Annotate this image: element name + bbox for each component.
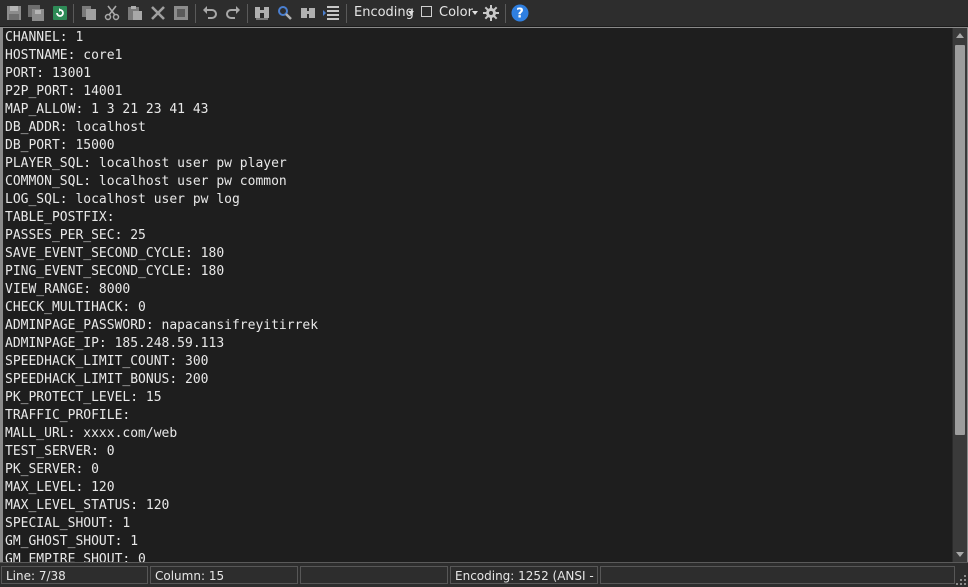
editor-line[interactable]: SPEEDHACK_LIMIT_BONUS: 200 xyxy=(5,371,951,389)
gear-icon[interactable] xyxy=(482,4,500,22)
scrollbar-thumb[interactable] xyxy=(955,45,965,435)
editor-line[interactable]: GM_EMPIRE_SHOUT: 0 xyxy=(5,551,951,562)
editor-line[interactable]: MAP_ALLOW: 1 3 21 23 41 43 xyxy=(5,101,951,119)
resize-grip-icon[interactable] xyxy=(956,575,966,585)
text-editor[interactable]: CHANNEL: 1 HOSTNAME: core1 PORT: 13001 P2P_… xyxy=(0,27,968,562)
replace-icon[interactable] xyxy=(299,4,317,22)
chevron-down-icon xyxy=(472,11,478,15)
find-next-icon[interactable] xyxy=(276,4,294,22)
editor-line[interactable]: PORT: 13001 xyxy=(5,65,951,83)
editor-line[interactable]: DB_ADDR: localhost xyxy=(5,119,951,137)
editor-line[interactable]: P2P_PORT: 14001 xyxy=(5,83,951,101)
status-column: Column: 15 xyxy=(150,566,298,584)
toolbar-separator xyxy=(73,4,74,23)
scroll-up-icon[interactable] xyxy=(956,33,964,38)
svg-text:?: ? xyxy=(516,7,524,22)
select-all-icon[interactable] xyxy=(172,4,190,22)
editor-line[interactable]: MAX_LEVEL_STATUS: 120 xyxy=(5,497,951,515)
color-menu[interactable]: Color xyxy=(439,5,473,20)
undo-icon[interactable] xyxy=(201,4,219,22)
editor-line[interactable]: CHANNEL: 1 xyxy=(5,29,951,47)
reload-icon[interactable] xyxy=(51,4,69,22)
status-encoding: Encoding: 1252 (ANSI - La xyxy=(450,566,598,584)
toolbar: Encoding Color ? xyxy=(0,0,968,27)
status-empty xyxy=(300,566,448,584)
toolbar-separator xyxy=(505,4,506,23)
editor-line[interactable]: SPECIAL_SHOUT: 1 xyxy=(5,515,951,533)
scroll-down-icon[interactable] xyxy=(956,552,964,557)
word-wrap-icon[interactable] xyxy=(322,4,340,22)
editor-content[interactable]: CHANNEL: 1 HOSTNAME: core1 PORT: 13001 P2P_… xyxy=(5,29,951,562)
editor-line[interactable]: SPEEDHACK_LIMIT_COUNT: 300 xyxy=(5,353,951,371)
editor-line[interactable]: PLAYER_SQL: localhost user pw player xyxy=(5,155,951,173)
toolbar-separator xyxy=(195,4,196,23)
status-line: Line: 7/38 xyxy=(1,566,148,584)
help-icon[interactable]: ? xyxy=(511,4,529,22)
editor-line[interactable]: TRAFFIC_PROFILE: xyxy=(5,407,951,425)
paste-icon[interactable] xyxy=(126,4,144,22)
editor-line[interactable]: ADMINPAGE_IP: 185.248.59.113 xyxy=(5,335,951,353)
editor-line[interactable]: COMMON_SQL: localhost user pw common xyxy=(5,173,951,191)
editor-line[interactable]: HOSTNAME: core1 xyxy=(5,47,951,65)
delete-icon[interactable] xyxy=(149,4,167,22)
editor-line[interactable]: LOG_SQL: localhost user pw log xyxy=(5,191,951,209)
save-all-icon[interactable] xyxy=(28,4,46,22)
editor-line[interactable]: SAVE_EVENT_SECOND_CYCLE: 180 xyxy=(5,245,951,263)
editor-line[interactable]: MALL_URL: xxxx.com/web xyxy=(5,425,951,443)
status-bar: Line: 7/38 Column: 15 Encoding: 1252 (AN… xyxy=(0,562,968,587)
editor-line[interactable]: TABLE_POSTFIX: xyxy=(5,209,951,227)
editor-line[interactable]: DB_PORT: 15000 xyxy=(5,137,951,155)
cut-icon[interactable] xyxy=(103,4,121,22)
editor-line[interactable]: GM_GHOST_SHOUT: 1 xyxy=(5,533,951,551)
save-icon[interactable] xyxy=(5,4,23,22)
editor-line[interactable]: PING_EVENT_SECOND_CYCLE: 180 xyxy=(5,263,951,281)
editor-line[interactable]: CHECK_MULTIHACK: 0 xyxy=(5,299,951,317)
editor-line[interactable]: PASSES_PER_SEC: 25 xyxy=(5,227,951,245)
editor-line[interactable]: TEST_SERVER: 0 xyxy=(5,443,951,461)
find-icon[interactable] xyxy=(253,4,271,22)
editor-line[interactable]: PK_PROTECT_LEVEL: 15 xyxy=(5,389,951,407)
redo-icon[interactable] xyxy=(224,4,242,22)
chevron-down-icon xyxy=(408,11,414,15)
copy-icon[interactable] xyxy=(80,4,98,22)
editor-line[interactable]: ADMINPAGE_PASSWORD: napacansifreyitirrek xyxy=(5,317,951,335)
status-extra xyxy=(600,566,955,584)
editor-line[interactable]: MAX_LEVEL: 120 xyxy=(5,479,951,497)
encoding-menu[interactable]: Encoding xyxy=(354,5,414,20)
toolbar-separator xyxy=(247,4,248,23)
editor-line[interactable]: PK_SERVER: 0 xyxy=(5,461,951,479)
color-checkbox[interactable] xyxy=(421,6,432,17)
vertical-scrollbar[interactable] xyxy=(952,28,967,562)
editor-line[interactable]: VIEW_RANGE: 8000 xyxy=(5,281,951,299)
toolbar-separator xyxy=(346,4,347,23)
